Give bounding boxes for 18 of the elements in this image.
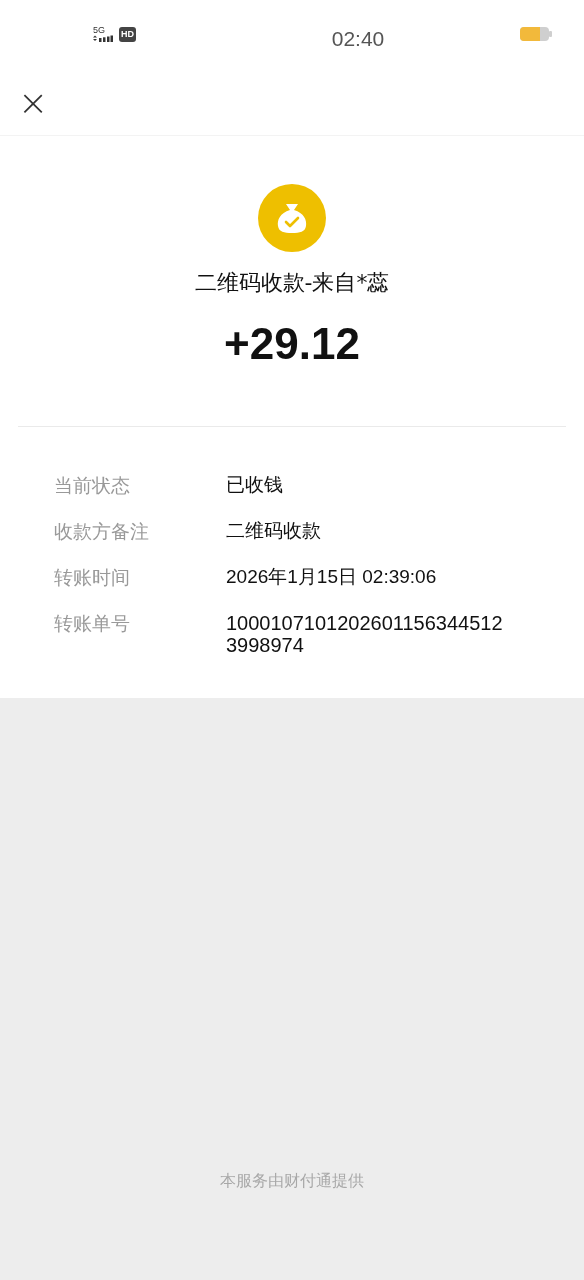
detail-label: 收款方备注 xyxy=(54,519,150,544)
detail-value: 2026年1月15日 02:39:06 xyxy=(226,565,437,589)
detail-label: 转账单号 xyxy=(54,611,131,636)
close-button[interactable]: × xyxy=(14,84,53,121)
signal-icon xyxy=(93,35,113,42)
detail-value: 已收钱 xyxy=(226,473,283,497)
provider-note: 本服务由财付通提供 xyxy=(220,1171,364,1192)
detail-label: 转账时间 xyxy=(54,565,131,590)
network-label: 5G xyxy=(93,26,105,35)
detail-value: 二维码收款 xyxy=(226,519,321,543)
hd-badge: HD xyxy=(119,26,136,42)
amount-text: +29.12 xyxy=(224,318,360,370)
payment-title: 二维码收款-来自*蕊 xyxy=(194,269,390,297)
money-bag-icon xyxy=(258,184,326,252)
detail-label: 当前状态 xyxy=(54,473,131,498)
status-time: 02:40 xyxy=(331,26,385,51)
detail-value: 10001071012026011563445123998974 xyxy=(226,612,504,656)
battery-icon xyxy=(520,27,552,41)
